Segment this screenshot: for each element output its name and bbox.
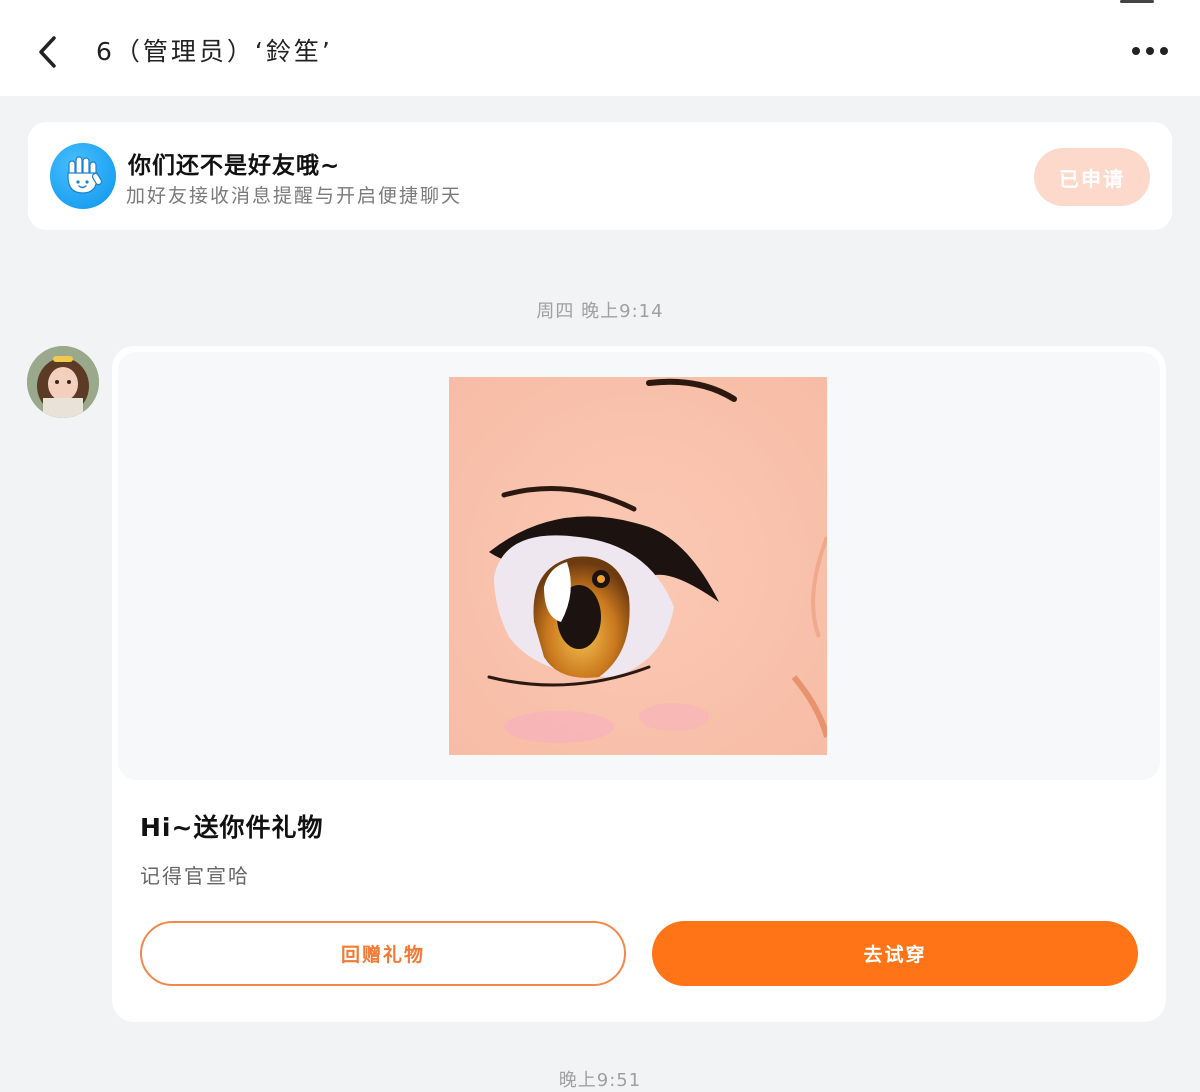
more-options-button[interactable] [1130,38,1170,64]
more-horizontal-icon [1132,47,1168,55]
back-button[interactable] [30,30,70,74]
gift-image[interactable] [449,377,830,755]
status-bar-indicator [1120,0,1154,3]
gift-title: Hi~送你件礼物 [140,813,324,842]
gift-message-card: Hi~送你件礼物 记得官宣哈 回赠礼物 去试穿 [112,346,1166,1022]
chat-title: 6（管理员）‘鈴笙’ [96,37,333,66]
waving-hand-icon [50,143,116,209]
avatar[interactable] [27,346,99,418]
banner-title: 你们还不是好友哦~ [128,153,341,179]
message-timestamp: 周四 晚上9:14 [536,301,664,322]
try-on-button[interactable]: 去试穿 [652,921,1138,986]
friend-request-applied-button[interactable]: 已申请 [1034,148,1150,206]
next-message-timestamp: 晚上9:51 [558,1070,642,1091]
top-navigation-bar: 6（管理员）‘鈴笙’ [0,0,1200,96]
chevron-left-icon [39,36,56,68]
return-gift-button[interactable]: 回赠礼物 [140,921,626,986]
gift-image-container [118,352,1160,780]
not-friends-banner: 你们还不是好友哦~ 加好友接收消息提醒与开启便捷聊天 已申请 [28,122,1172,230]
banner-subtitle: 加好友接收消息提醒与开启便捷聊天 [126,185,463,207]
gift-subtitle: 记得官宣哈 [140,864,250,888]
